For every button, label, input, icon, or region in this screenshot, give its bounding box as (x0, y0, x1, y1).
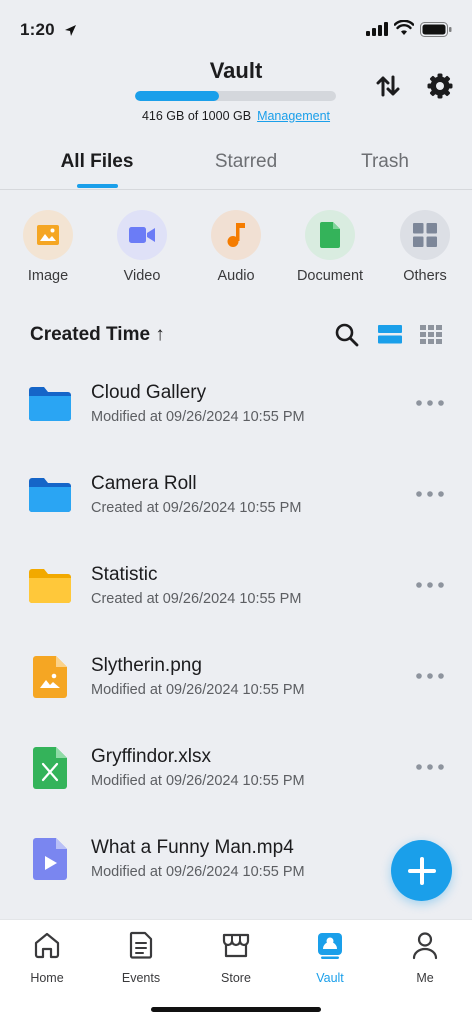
image-icon (23, 210, 73, 260)
cellular-signal-icon (366, 22, 388, 36)
file-timestamp: Modified at 09/26/2024 10:55 PM (91, 773, 305, 789)
image-file-icon (28, 655, 72, 699)
sort-toolbar: Created Time ↑ (0, 320, 472, 350)
video-icon (117, 210, 167, 260)
file-timestamp: Modified at 09/26/2024 10:55 PM (91, 864, 305, 880)
category-shortcuts: Image Video Audio Document Others (0, 210, 472, 290)
category-image[interactable]: Image (3, 210, 93, 284)
folder-icon (28, 473, 72, 517)
tab-all-files[interactable]: All Files (56, 151, 138, 173)
category-label: Image (27, 268, 69, 284)
nav-me[interactable]: Me (378, 930, 472, 985)
nav-label: Home (30, 971, 64, 985)
category-document[interactable]: Document (285, 210, 375, 284)
more-options-icon[interactable] (415, 397, 445, 409)
audio-icon (211, 210, 261, 260)
video-file-icon (28, 837, 72, 881)
tab-trash[interactable]: Trash (354, 151, 416, 173)
person-icon (412, 932, 438, 960)
file-list: Cloud Gallery Modified at 09/26/2024 10:… (0, 357, 472, 903)
status-bar: 1:20 (0, 0, 472, 58)
file-row[interactable]: Cloud Gallery Modified at 09/26/2024 10:… (0, 357, 472, 448)
nav-vault[interactable]: Vault (283, 930, 377, 985)
file-name: Statistic (91, 564, 158, 585)
list-view-icon[interactable] (378, 325, 402, 344)
storage-usage-text: 416 GB of 1000 GB (141, 109, 252, 123)
more-options-icon[interactable] (415, 488, 445, 500)
file-timestamp: Modified at 09/26/2024 10:55 PM (91, 409, 305, 425)
category-audio[interactable]: Audio (191, 210, 281, 284)
file-timestamp: Created at 09/26/2024 10:55 PM (91, 591, 302, 607)
nav-events[interactable]: Events (94, 930, 188, 985)
more-options-icon[interactable] (415, 670, 445, 682)
category-label: Video (123, 268, 161, 284)
plus-icon (407, 856, 436, 885)
file-name: Slytherin.png (91, 655, 202, 676)
file-name: What a Funny Man.mp4 (91, 837, 294, 858)
sort-by-button[interactable]: Created Time ↑ (30, 324, 165, 346)
file-name: Camera Roll (91, 473, 197, 494)
search-icon[interactable] (334, 322, 360, 348)
grid-view-icon[interactable] (420, 325, 442, 344)
storage-progress-bar (135, 91, 336, 101)
category-others[interactable]: Others (380, 210, 470, 284)
category-label: Document (296, 268, 364, 284)
transfer-icon[interactable] (374, 72, 402, 100)
storage-usage: 416 GB of 1000 GB Management (0, 109, 472, 123)
category-label: Others (403, 268, 447, 284)
gear-icon[interactable] (426, 72, 454, 100)
events-icon (129, 931, 153, 959)
home-indicator (151, 1007, 321, 1012)
location-arrow-icon (65, 25, 76, 36)
management-link[interactable]: Management (257, 109, 330, 123)
file-timestamp: Modified at 09/26/2024 10:55 PM (91, 682, 305, 698)
store-icon (222, 933, 250, 958)
file-name: Cloud Gallery (91, 382, 207, 403)
more-options-icon[interactable] (415, 761, 445, 773)
nav-label: Store (221, 971, 251, 985)
category-video[interactable]: Video (97, 210, 187, 284)
spreadsheet-file-icon (28, 746, 72, 790)
vault-header: Vault 416 GB of 1000 GB Management (0, 58, 472, 128)
nav-home[interactable]: Home (0, 930, 94, 985)
file-tabs: All Files Starred Trash (0, 140, 472, 190)
add-button[interactable] (391, 840, 452, 901)
status-time: 1:20 (20, 20, 55, 39)
active-tab-indicator (77, 184, 118, 188)
more-options-icon[interactable] (415, 579, 445, 591)
file-row[interactable]: Statistic Created at 09/26/2024 10:55 PM (0, 539, 472, 630)
folder-icon (28, 564, 72, 608)
document-icon (305, 210, 355, 260)
category-label: Audio (217, 268, 255, 284)
file-name: Gryffindor.xlsx (91, 746, 212, 767)
tab-starred[interactable]: Starred (206, 151, 286, 173)
battery-icon (420, 22, 452, 37)
wifi-icon (394, 20, 414, 35)
nav-store[interactable]: Store (189, 930, 283, 985)
nav-label: Me (416, 971, 434, 985)
storage-progress-fill (135, 91, 219, 101)
folder-icon (28, 382, 72, 426)
vault-icon (318, 933, 342, 959)
file-row[interactable]: Camera Roll Created at 09/26/2024 10:55 … (0, 448, 472, 539)
home-icon (34, 932, 60, 959)
grid-icon (400, 210, 450, 260)
file-row[interactable]: Gryffindor.xlsx Modified at 09/26/2024 1… (0, 721, 472, 812)
nav-label: Events (121, 971, 161, 985)
nav-label: Vault (316, 971, 344, 985)
file-row[interactable]: Slytherin.png Modified at 09/26/2024 10:… (0, 630, 472, 721)
file-timestamp: Created at 09/26/2024 10:55 PM (91, 500, 302, 516)
